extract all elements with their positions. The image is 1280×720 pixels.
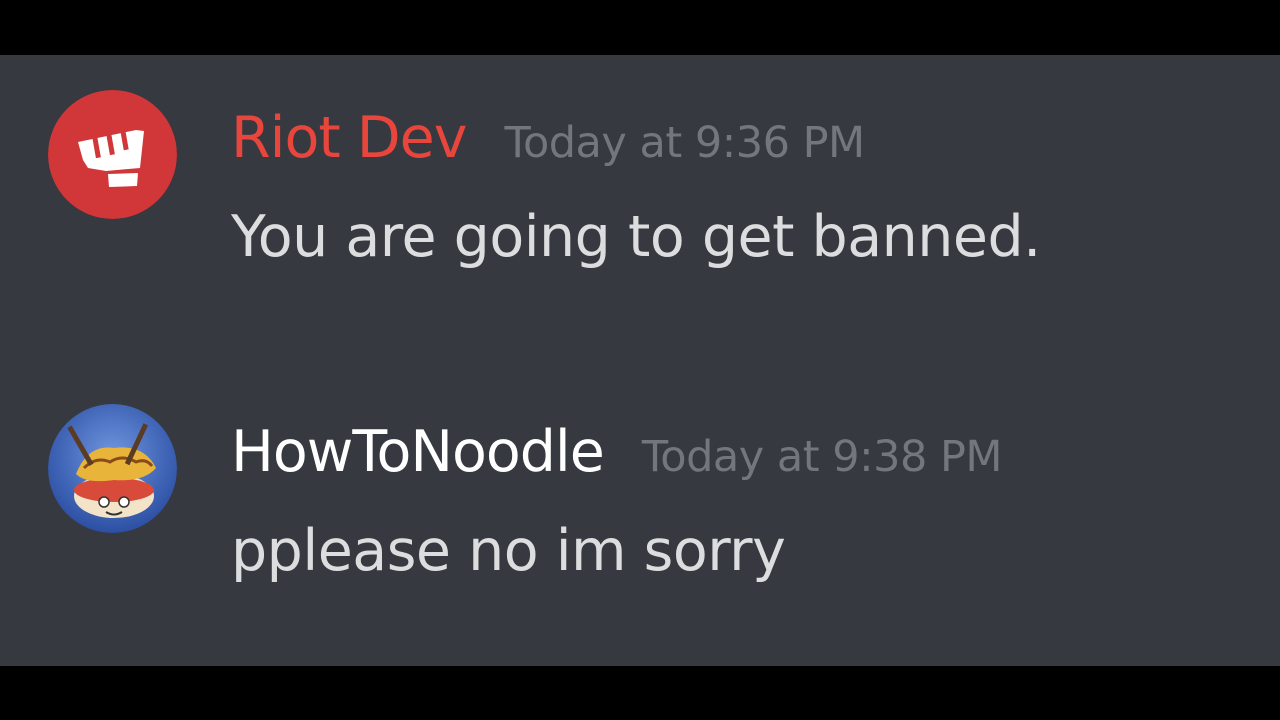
message-header: HowToNoodle Today at 9:38 PM xyxy=(231,412,1003,492)
timestamp: Today at 9:36 PM xyxy=(504,118,865,168)
timestamp: Today at 9:38 PM xyxy=(641,432,1003,482)
message-text: You are going to get banned. xyxy=(231,204,1041,270)
howtonoodle-avatar-icon xyxy=(48,404,177,533)
username[interactable]: Riot Dev xyxy=(231,98,467,178)
chat-panel: Riot Dev Today at 9:36 PM You are going t… xyxy=(0,55,1280,666)
letterbox-bottom xyxy=(0,666,1280,720)
avatar[interactable] xyxy=(48,404,177,533)
message-header: Riot Dev Today at 9:36 PM xyxy=(231,98,865,178)
message-text: pplease no im sorry xyxy=(231,518,786,584)
letterbox-top xyxy=(0,0,1280,55)
username[interactable]: HowToNoodle xyxy=(231,412,605,492)
riot-fist-logo-icon xyxy=(48,90,177,219)
avatar[interactable] xyxy=(48,90,177,219)
